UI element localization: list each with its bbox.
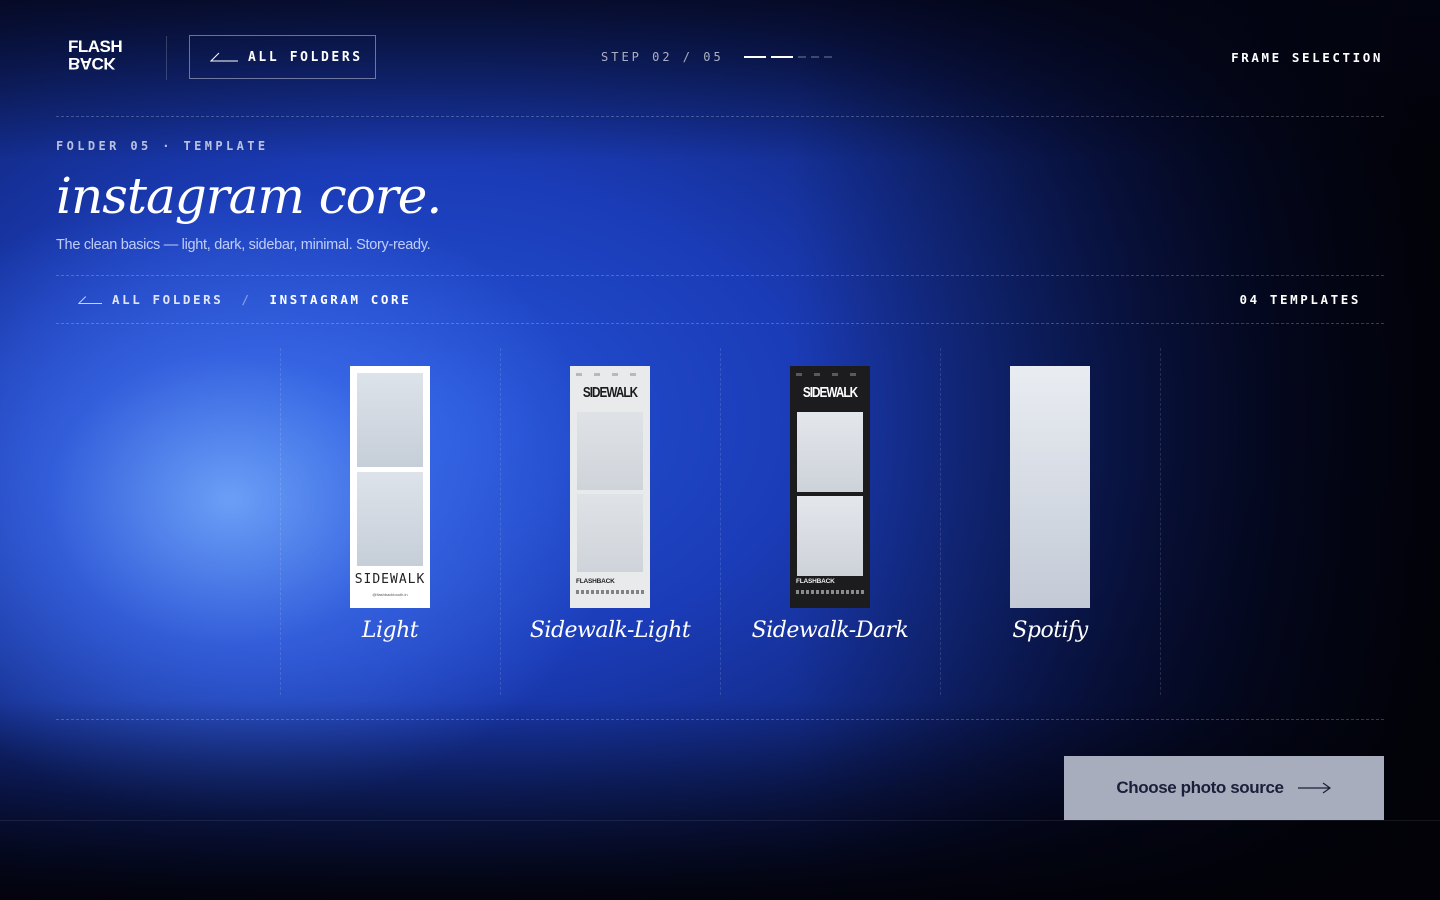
flashback-logo[interactable]: FLASH BACK [68, 37, 134, 73]
step-bar-5 [824, 56, 832, 58]
choose-photo-source-button[interactable]: Choose photo source [1064, 756, 1384, 820]
thumbnail-header-text: SIDEWALK [582, 384, 638, 401]
photo-slot [577, 494, 643, 572]
breadcrumb-separator: / [241, 292, 252, 307]
footer-divider [0, 820, 1440, 821]
thumbnail-footer-text: FLASHBACK [796, 578, 835, 585]
template-name: Spotify [1012, 618, 1088, 643]
thumbnail-brand-text: SIDEWALK [354, 572, 426, 587]
logo-line-2: BACK [68, 54, 116, 73]
template-thumbnail: SIDEWALK @flashbackbooth.in [350, 366, 430, 608]
step-bar-2 [771, 56, 793, 58]
page-title: instagram core. [56, 167, 442, 225]
photo-slot [577, 412, 643, 490]
template-card-light[interactable]: SIDEWALK @flashbackbooth.in Light [280, 366, 500, 666]
divider-breadcrumb-top [56, 275, 1384, 276]
divider-breadcrumb-bottom [56, 323, 1384, 324]
template-name: Sidewalk-Light [529, 618, 691, 643]
divider-top [56, 116, 1384, 117]
arrow-right-icon [1297, 782, 1331, 794]
header-divider [166, 36, 167, 80]
folder-eyebrow: FOLDER 05 · TEMPLATE [56, 139, 269, 153]
page-subtitle: The clean basics — light, dark, sidebar,… [56, 237, 431, 253]
breadcrumb-all-folders[interactable]: ALL FOLDERS [78, 292, 223, 307]
photo-slot [357, 472, 423, 566]
all-folders-button-label: ALL FOLDERS [248, 49, 363, 65]
thumbnail-top-strip [576, 373, 644, 376]
template-name: Light [361, 618, 419, 643]
breadcrumb-current: INSTAGRAM CORE [269, 292, 412, 307]
template-thumbnail: SIDEWALK FLASHBACK [570, 366, 650, 608]
photo-slot [357, 373, 423, 467]
breadcrumb: ALL FOLDERS / INSTAGRAM CORE [78, 292, 411, 307]
logo-line-1: FLASH [68, 37, 123, 56]
photo-slot [797, 412, 863, 492]
template-thumbnail [1010, 366, 1090, 608]
template-thumbnail: SIDEWALK FLASHBACK [790, 366, 870, 608]
thumbnail-barcode [576, 590, 644, 594]
thumbnail-header-text: SIDEWALK [802, 384, 858, 401]
template-card-sidewalk-light[interactable]: SIDEWALK FLASHBACK Sidewalk-Light [500, 366, 720, 666]
template-card-sidewalk-dark[interactable]: SIDEWALK FLASHBACK Sidewalk-Dark [720, 366, 940, 666]
page-section-label: FRAME SELECTION [1231, 50, 1383, 65]
divider-bottom [56, 719, 1384, 720]
arrow-left-icon [78, 295, 102, 304]
grid-guide [1160, 348, 1161, 695]
template-card-spotify[interactable]: Spotify [940, 366, 1160, 666]
thumbnail-top-strip [796, 373, 864, 376]
cta-label: Choose photo source [1116, 778, 1284, 797]
breadcrumb-root-label: ALL FOLDERS [112, 292, 224, 307]
step-bar-1 [744, 56, 766, 58]
step-indicator-label: STEP 02 / 05 [601, 50, 724, 64]
photo-slot [797, 496, 863, 576]
step-bar-4 [811, 56, 819, 58]
thumbnail-handle-text: @flashbackbooth.in [372, 592, 408, 597]
step-progress [744, 56, 832, 58]
arrow-left-icon [210, 52, 238, 62]
all-folders-button[interactable]: ALL FOLDERS [189, 35, 376, 79]
step-bar-3 [798, 56, 806, 58]
template-name: Sidewalk-Dark [751, 618, 909, 643]
thumbnail-footer-text: FLASHBACK [576, 578, 615, 585]
background-top-fade [0, 0, 1440, 160]
thumbnail-barcode [796, 590, 864, 594]
template-count: 04 TEMPLATES [1239, 292, 1361, 307]
